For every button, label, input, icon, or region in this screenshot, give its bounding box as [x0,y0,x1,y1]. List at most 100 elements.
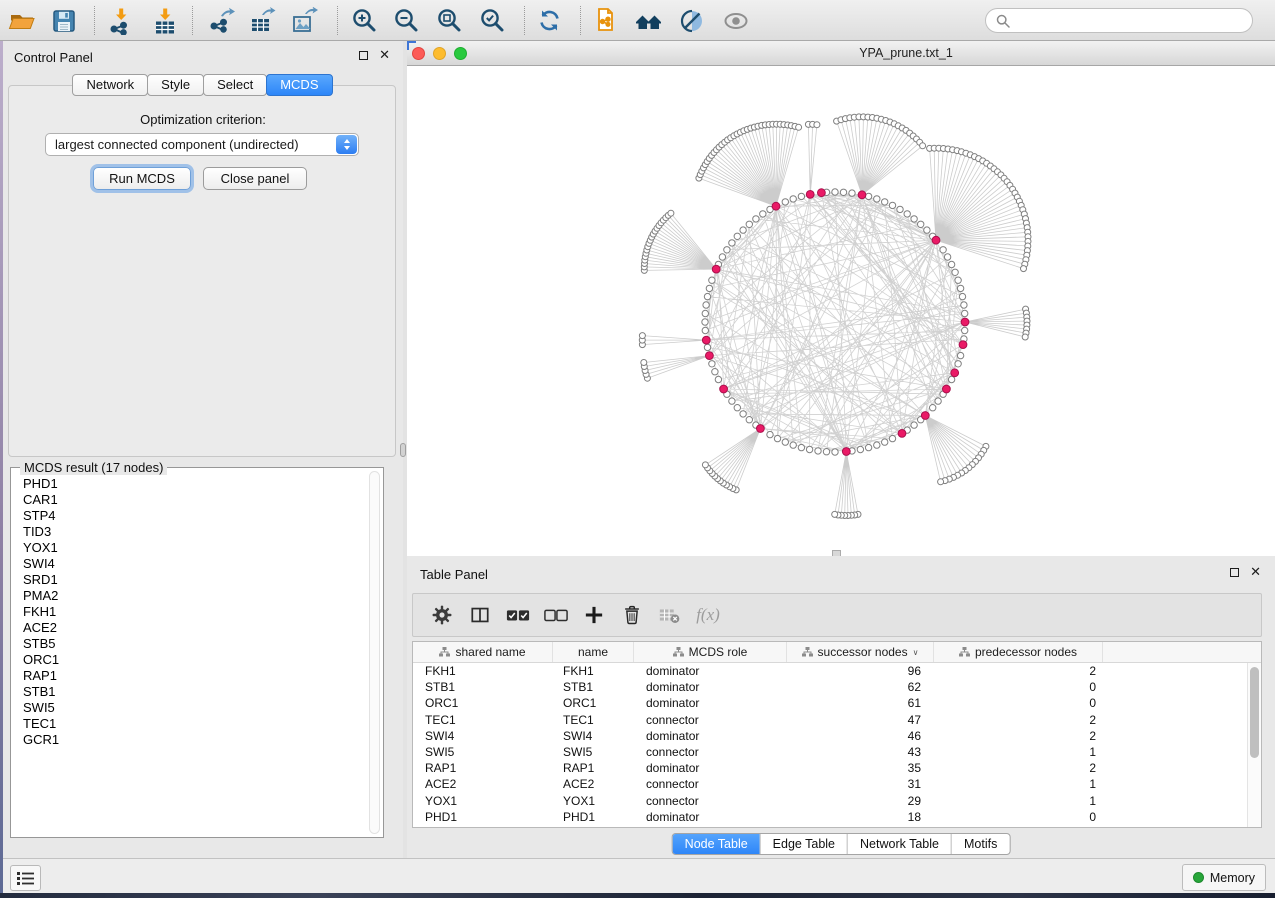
tab-node-table[interactable]: Node Table [673,834,760,854]
table-cell[interactable]: 29 [787,794,934,808]
task-history-button[interactable] [10,865,41,891]
table-settings-button[interactable] [423,595,461,635]
float-panel-icon[interactable] [359,51,368,60]
table-cell[interactable]: RAP1 [413,761,553,775]
maximize-window-icon[interactable] [454,47,467,60]
search-input[interactable] [1016,13,1242,28]
table-cell[interactable]: 2 [934,713,1103,727]
tab-style[interactable]: Style [147,74,204,96]
table-cell[interactable]: 46 [787,729,934,743]
zoom-fit-button[interactable] [432,4,466,37]
table-row[interactable]: SWI5SWI5connector431 [413,744,1247,760]
table-cell[interactable]: FKH1 [413,664,553,678]
table-cell[interactable]: 1 [934,794,1103,808]
table-cell[interactable]: 43 [787,745,934,759]
result-node-item[interactable]: FKH1 [23,604,367,620]
clone-network-button[interactable] [588,4,622,37]
table-cell[interactable]: YOX1 [553,794,634,808]
refresh-button[interactable] [532,4,566,37]
table-row[interactable]: YOX1YOX1connector291 [413,793,1247,809]
table-cell[interactable]: 96 [787,664,934,678]
table-cell[interactable]: STB1 [553,680,634,694]
tab-network[interactable]: Network [72,74,148,96]
result-node-item[interactable]: ACE2 [23,620,367,636]
splitter-handle[interactable] [400,443,406,457]
table-cell[interactable]: 1 [934,745,1103,759]
deselect-all-button[interactable] [537,595,575,635]
zoom-in-button[interactable] [347,4,381,37]
table-cell[interactable]: FKH1 [553,664,634,678]
result-node-item[interactable]: TEC1 [23,716,367,732]
table-cell[interactable]: RAP1 [553,761,634,775]
table-cell[interactable]: 2 [934,761,1103,775]
result-node-item[interactable]: YOX1 [23,540,367,556]
tab-motifs[interactable]: Motifs [951,834,1009,854]
table-cell[interactable]: 47 [787,713,934,727]
table-row[interactable]: FKH1FKH1dominator962 [413,663,1247,679]
table-cell[interactable]: 31 [787,777,934,791]
export-image-button[interactable] [287,4,321,37]
first-neighbors-button[interactable] [632,4,666,37]
show-all-button[interactable] [719,4,753,37]
select-all-button[interactable] [499,595,537,635]
table-cell[interactable]: STB1 [413,680,553,694]
table-cell[interactable]: SWI5 [553,745,634,759]
result-node-item[interactable]: TID3 [23,524,367,540]
table-cell[interactable]: ORC1 [413,696,553,710]
show-columns-button[interactable] [461,595,499,635]
table-scrollbar[interactable] [1247,663,1261,827]
network-canvas[interactable] [407,66,1275,556]
table-cell[interactable]: 0 [934,680,1103,694]
table-cell[interactable]: SWI4 [413,729,553,743]
column-header[interactable]: predecessor nodes [934,642,1103,662]
table-cell[interactable]: 0 [934,810,1103,824]
search-box[interactable] [985,8,1253,33]
table-cell[interactable]: 62 [787,680,934,694]
add-row-button[interactable] [575,595,613,635]
table-cell[interactable]: SWI5 [413,745,553,759]
table-cell[interactable]: connector [634,745,787,759]
table-cell[interactable]: ORC1 [553,696,634,710]
table-row[interactable]: STB1STB1dominator620 [413,679,1247,695]
tab-mcds[interactable]: MCDS [266,74,332,96]
zoom-out-button[interactable] [389,4,423,37]
table-cell[interactable]: dominator [634,664,787,678]
tab-edge-table[interactable]: Edge Table [760,834,847,854]
float-panel-icon[interactable] [1230,568,1239,577]
table-cell[interactable]: 61 [787,696,934,710]
table-cell[interactable]: ACE2 [553,777,634,791]
column-header[interactable]: successor nodes∨ [787,642,934,662]
node-table-body[interactable]: FKH1FKH1dominator962STB1STB1dominator620… [413,663,1247,827]
close-panel-button[interactable]: Close panel [203,167,307,190]
result-node-item[interactable]: STP4 [23,508,367,524]
column-header[interactable]: shared name [413,642,553,662]
column-header[interactable]: MCDS role [634,642,787,662]
result-node-item[interactable]: GCR1 [23,732,367,748]
table-row[interactable]: TEC1TEC1connector472 [413,712,1247,728]
close-panel-icon[interactable]: ✕ [379,50,390,60]
table-cell[interactable]: 0 [934,696,1103,710]
table-cell[interactable]: dominator [634,696,787,710]
save-session-button[interactable] [47,4,81,37]
tab-select[interactable]: Select [203,74,267,96]
tab-network-table[interactable]: Network Table [847,834,951,854]
table-cell[interactable]: 2 [934,664,1103,678]
table-cell[interactable]: TEC1 [553,713,634,727]
network-titlebar[interactable]: YPA_prune.txt_1 [407,41,1275,66]
table-cell[interactable]: connector [634,713,787,727]
table-cell[interactable]: dominator [634,810,787,824]
close-panel-icon[interactable]: ✕ [1250,567,1261,577]
result-node-item[interactable]: SWI4 [23,556,367,572]
mcds-result-list[interactable]: PHD1CAR1STP4TID3YOX1SWI4SRD1PMA2FKH1ACE2… [11,468,367,837]
table-row[interactable]: SWI4SWI4dominator462 [413,728,1247,744]
table-cell[interactable]: TEC1 [413,713,553,727]
result-node-item[interactable]: RAP1 [23,668,367,684]
table-cell[interactable]: connector [634,777,787,791]
table-cell[interactable]: SWI4 [553,729,634,743]
import-network-button[interactable] [104,4,138,37]
result-node-item[interactable]: STB1 [23,684,367,700]
result-node-item[interactable]: CAR1 [23,492,367,508]
delete-row-button[interactable] [613,595,651,635]
hide-selected-button[interactable] [675,4,709,37]
result-node-item[interactable]: SRD1 [23,572,367,588]
